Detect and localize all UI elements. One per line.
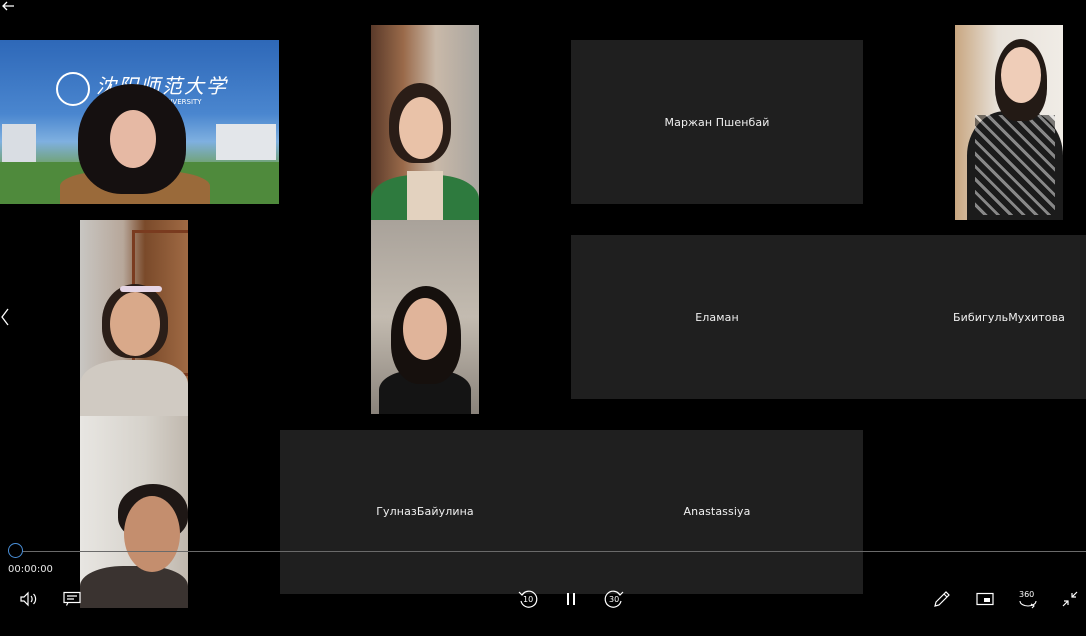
back-button[interactable] — [0, 0, 16, 12]
pause-button[interactable] — [561, 589, 581, 609]
mini-view-button[interactable] — [974, 589, 996, 609]
exit-fullscreen-icon — [1062, 591, 1078, 607]
chevron-left-icon — [1, 308, 9, 326]
volume-button[interactable] — [18, 589, 40, 609]
volume-icon — [20, 591, 37, 607]
video-tile-presenter: 沈阳师范大学 UNIVERSITY — [0, 40, 279, 204]
arrow-left-icon — [2, 1, 14, 11]
video-tile-participant-5 — [80, 416, 188, 608]
vr-360-button[interactable]: 360 — [1016, 588, 1040, 610]
subtitles-button[interactable] — [61, 589, 83, 609]
video-tile-participant-4 — [80, 220, 188, 416]
edit-button[interactable] — [931, 589, 953, 609]
previous-button[interactable] — [0, 306, 10, 328]
participant-tile-marzhan: Маржан Пшенбай — [571, 40, 863, 204]
participant-name-anastassiya: Anastassiya — [683, 505, 751, 518]
rewind-10-button[interactable]: 10 — [517, 588, 539, 610]
video-tile-participant-2 — [371, 25, 479, 220]
pencil-icon — [934, 591, 950, 607]
forward-label: 30 — [609, 595, 620, 604]
participant-name: Маржан Пшенбай — [664, 115, 770, 129]
seek-bar[interactable] — [16, 551, 1086, 552]
pause-icon — [567, 593, 575, 605]
video-tile-participant-3 — [371, 220, 479, 414]
participant-name-bibigul: БибигульМухитова — [952, 311, 1066, 324]
participant-tile-elaman-bibigul: Еламан БибигульМухитова — [571, 235, 1086, 399]
rewind-label: 10 — [523, 595, 534, 604]
building-right — [216, 124, 276, 160]
mini-view-icon — [976, 592, 994, 606]
exit-fullscreen-button[interactable] — [1059, 589, 1081, 609]
participant-name-elaman: Еламан — [695, 311, 739, 324]
subtitles-icon — [63, 591, 81, 606]
current-time: 00:00:00 — [8, 564, 53, 575]
seek-thumb[interactable] — [8, 543, 23, 558]
video-tile-participant-6 — [955, 25, 1063, 220]
forward-30-button[interactable]: 30 — [603, 588, 625, 610]
building-left — [2, 124, 36, 164]
participant-name-gulnaz: ГулназБайулина — [376, 505, 474, 518]
university-logo — [56, 72, 90, 106]
participant-tile-gulnaz-anastassiya: ГулназБайулина Anastassiya — [280, 430, 863, 594]
